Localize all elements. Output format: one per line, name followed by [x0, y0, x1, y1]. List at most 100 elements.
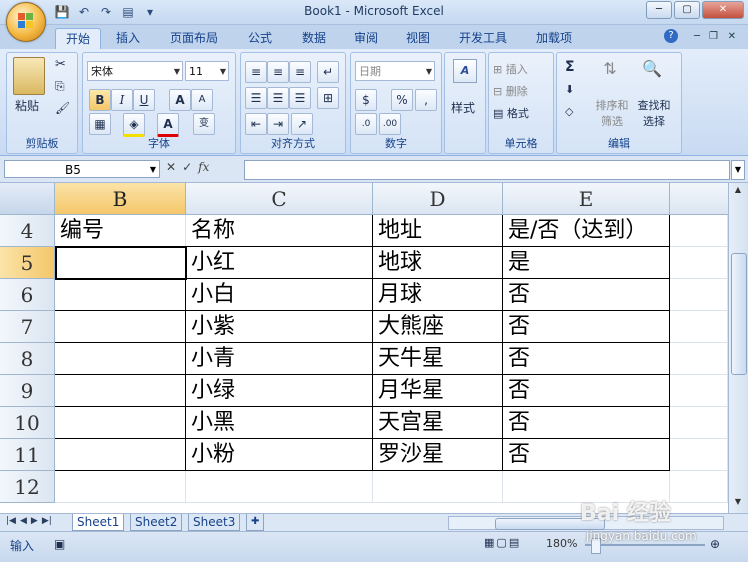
last-sheet-icon[interactable]: ▶| [42, 516, 52, 526]
cell[interactable]: 小白 [186, 279, 373, 311]
scroll-down-icon[interactable]: ▼ [731, 497, 745, 511]
page-layout-view-icon[interactable]: ▢ [496, 536, 506, 549]
worksheet-grid[interactable]: B C D E 4 编号 名称 地址 是/否（达到） 5 小红 地球是 6 小白 月球否 7 小紫 大熊座… [0, 183, 728, 513]
next-sheet-icon[interactable]: ▶ [31, 516, 38, 526]
cell[interactable]: 名称 [186, 215, 373, 247]
tab-addins[interactable]: 加载项 [528, 28, 580, 48]
scroll-up-icon[interactable]: ▲ [731, 185, 745, 199]
cell[interactable]: 否 [503, 375, 670, 407]
column-header-c[interactable]: C [186, 183, 373, 215]
decrease-decimal-icon[interactable]: .00 [379, 113, 401, 135]
macro-record-icon[interactable]: ▣ [54, 537, 65, 551]
row-header[interactable]: 8 [0, 343, 55, 375]
close-button[interactable]: ✕ [702, 1, 744, 19]
styles-button[interactable]: 样式 [451, 99, 475, 116]
cell[interactable]: 小绿 [186, 375, 373, 407]
formula-input[interactable] [244, 160, 730, 180]
column-header-f[interactable] [670, 183, 728, 215]
format-painter-icon[interactable]: 🖌 [55, 101, 70, 115]
styles-icon[interactable]: A [453, 59, 477, 83]
tab-insert[interactable]: 插入 [108, 28, 148, 48]
paste-button[interactable]: 粘贴 [15, 97, 39, 114]
tab-review[interactable]: 审阅 [346, 28, 386, 48]
column-header-b[interactable]: B [55, 183, 186, 215]
cell[interactable]: 是/否（达到） [503, 215, 670, 247]
increase-decimal-icon[interactable]: .0 [355, 113, 377, 135]
bold-button[interactable]: B [89, 89, 111, 111]
sheet-tab-3[interactable]: Sheet3 [188, 514, 241, 531]
grow-font-button[interactable]: A [169, 89, 191, 111]
align-bottom-icon[interactable]: ≡ [289, 61, 311, 83]
office-button[interactable] [6, 2, 46, 42]
align-left-icon[interactable]: ☰ [245, 87, 267, 109]
row-header[interactable]: 5 [0, 247, 55, 279]
cell[interactable] [670, 215, 728, 247]
cell[interactable]: 否 [503, 311, 670, 343]
decrease-indent-icon[interactable]: ⇤ [245, 113, 267, 135]
merge-center-icon[interactable]: ⊞ [317, 87, 339, 109]
font-color-button[interactable]: A [157, 113, 179, 137]
ribbon-minimize-icon[interactable]: ─ [694, 31, 700, 42]
fill-icon[interactable]: ⬇ [565, 83, 574, 96]
cell[interactable] [55, 439, 186, 471]
cell[interactable] [670, 247, 728, 279]
cell[interactable]: 小黑 [186, 407, 373, 439]
phonetic-button[interactable]: 变 [193, 113, 215, 135]
find-select-button[interactable]: 查找和 选择 [635, 97, 673, 129]
page-break-view-icon[interactable]: ▤ [509, 536, 519, 549]
cell[interactable]: 天牛星 [373, 343, 503, 375]
wrap-text-icon[interactable]: ↵ [317, 61, 339, 83]
underline-button[interactable]: U [133, 89, 155, 111]
cell[interactable] [55, 407, 186, 439]
cell[interactable] [373, 471, 503, 503]
accounting-icon[interactable]: $ [355, 89, 377, 111]
cell[interactable] [670, 343, 728, 375]
percent-button[interactable]: % [391, 89, 413, 111]
number-format-select[interactable]: 日期 ▼ [355, 61, 435, 81]
help-icon[interactable]: ? [664, 29, 678, 43]
cell[interactable]: 小粉 [186, 439, 373, 471]
sort-filter-button[interactable]: 排序和 筛选 [595, 97, 629, 129]
tab-data[interactable]: 数据 [294, 28, 334, 48]
select-all-corner[interactable] [0, 183, 55, 215]
cell[interactable]: 小青 [186, 343, 373, 375]
enter-icon[interactable]: ✓ [182, 160, 192, 174]
cell[interactable] [55, 311, 186, 343]
column-header-e[interactable]: E [503, 183, 670, 215]
insert-sheet-icon[interactable]: ✚ [246, 514, 265, 531]
borders-icon[interactable]: ▦ [89, 113, 111, 135]
cell[interactable] [55, 375, 186, 407]
insert-function-button[interactable]: fx [198, 160, 209, 174]
clear-icon[interactable]: ◇ [565, 105, 573, 118]
cell[interactable]: 编号 [55, 215, 186, 247]
autosum-button[interactable]: Σ [565, 59, 575, 75]
font-family-select[interactable]: 宋体 ▼ [87, 61, 183, 81]
minimize-button[interactable]: ─ [646, 1, 672, 19]
fill-color-icon[interactable]: ◈ [123, 113, 145, 137]
align-center-icon[interactable]: ☰ [267, 87, 289, 109]
row-header[interactable]: 6 [0, 279, 55, 311]
row-header[interactable]: 4 [0, 215, 55, 247]
row-header[interactable]: 11 [0, 439, 55, 471]
cell[interactable] [55, 279, 186, 311]
ribbon-close-icon[interactable]: ✕ [728, 31, 736, 42]
cell[interactable]: 罗沙星 [373, 439, 503, 471]
cell[interactable]: 否 [503, 279, 670, 311]
paste-icon[interactable] [13, 57, 45, 95]
row-header[interactable]: 10 [0, 407, 55, 439]
cut-icon[interactable]: ✂ [55, 57, 66, 72]
align-middle-icon[interactable]: ≡ [267, 61, 289, 83]
cell[interactable] [670, 375, 728, 407]
tab-developer[interactable]: 开发工具 [452, 28, 514, 48]
sheet-tab-1[interactable]: Sheet1 [72, 514, 125, 531]
cell[interactable]: 小红 [186, 247, 373, 279]
cell[interactable]: 天宫星 [373, 407, 503, 439]
italic-button[interactable]: I [111, 89, 133, 111]
expand-formula-icon[interactable]: ▼ [731, 160, 745, 180]
zoom-level[interactable]: 180% [546, 537, 577, 550]
normal-view-icon[interactable]: ▦ [484, 536, 494, 549]
zoom-in-icon[interactable]: ⊕ [710, 537, 720, 551]
insert-cells-button[interactable]: ⊞ 插入 [493, 61, 528, 77]
maximize-button[interactable]: ▢ [674, 1, 700, 19]
align-top-icon[interactable]: ≡ [245, 61, 267, 83]
